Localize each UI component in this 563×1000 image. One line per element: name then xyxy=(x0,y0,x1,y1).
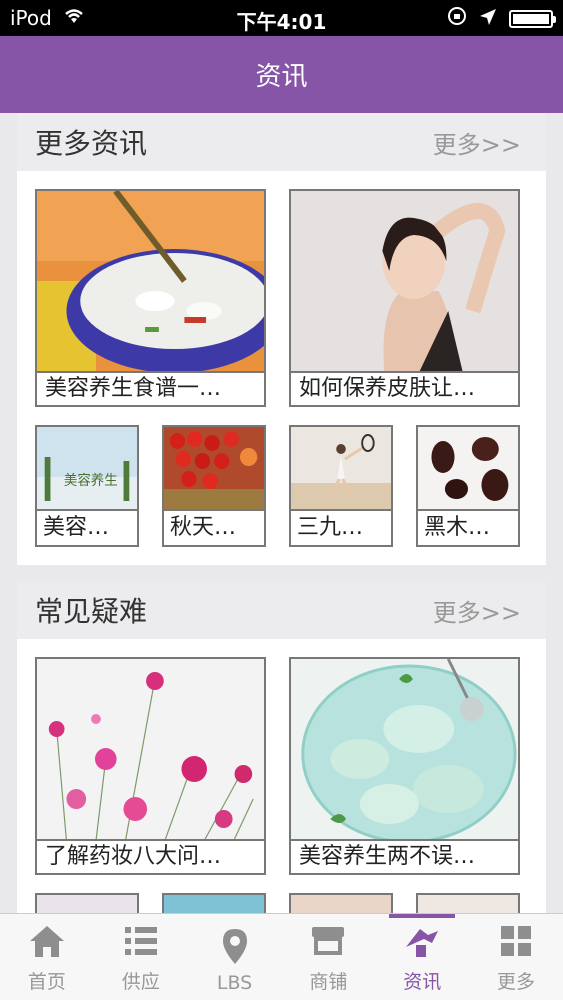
small-card-row: 美容养生 美容… 秋天… 三九… 黑木… xyxy=(17,425,546,565)
location-arrow-icon xyxy=(479,7,497,31)
status-bar: iPod 下午4:01 xyxy=(0,0,563,36)
woman-portrait-image xyxy=(291,191,518,373)
battery-icon xyxy=(509,9,556,28)
card-caption: 美容养生食谱一… xyxy=(37,371,264,405)
news-card[interactable] xyxy=(162,893,266,913)
news-card[interactable]: 三九… xyxy=(289,425,393,547)
news-card[interactable] xyxy=(35,893,139,913)
news-card[interactable]: 美容养生食谱一… xyxy=(35,189,266,407)
grid-icon xyxy=(501,926,532,956)
tennis-player-image xyxy=(291,427,391,511)
tab-label: 资讯 xyxy=(403,971,442,993)
card-caption: 三九… xyxy=(291,509,391,545)
poster-text: 美容养生 xyxy=(64,472,118,489)
bottom-tab-bar: 首页 供应 LBS 商铺 资讯 更多 xyxy=(0,913,563,1000)
food-bowl-image xyxy=(37,191,264,373)
red-berries-image xyxy=(164,427,264,511)
news-card[interactable] xyxy=(289,893,393,913)
section-header-common-issues: 常见疑难 更多>> xyxy=(17,581,546,639)
big-card-row: 了解药妆八大问… 美容养生两不误… xyxy=(17,639,546,893)
card-caption: 美容养生两不误… xyxy=(291,839,518,873)
more-link[interactable]: 更多>> xyxy=(433,593,521,628)
news-card[interactable]: 如何保养皮肤让… xyxy=(289,189,520,407)
card-caption: 美容… xyxy=(37,509,137,545)
news-card[interactable]: 美容养生 美容… xyxy=(35,425,139,547)
macaron-glass-image xyxy=(291,659,518,841)
news-card[interactable]: 秋天… xyxy=(162,425,266,547)
card-caption: 了解药妆八大问… xyxy=(37,839,264,873)
news-card[interactable] xyxy=(416,893,520,913)
news-icon xyxy=(406,929,439,957)
content-area[interactable]: 更多资讯 更多>> 美容养生食谱一… 如何保养皮肤让… 美容养生 美容… 秋天…… xyxy=(17,113,546,913)
tab-news[interactable]: 资讯 xyxy=(375,914,469,1000)
shop-icon xyxy=(312,927,345,955)
tab-shop[interactable]: 商铺 xyxy=(281,914,375,1000)
section-title: 常见疑难 xyxy=(35,595,148,628)
tab-supply[interactable]: 供应 xyxy=(94,914,188,1000)
tab-home[interactable]: 首页 xyxy=(0,914,94,1000)
location-pin-icon xyxy=(222,929,247,964)
tab-more[interactable]: 更多 xyxy=(469,914,563,1000)
news-card[interactable]: 美容养生两不误… xyxy=(289,657,520,875)
more-link[interactable]: 更多>> xyxy=(433,125,521,160)
home-icon xyxy=(29,926,64,957)
card-caption: 如何保养皮肤让… xyxy=(291,371,518,405)
tab-lbs[interactable]: LBS xyxy=(188,914,282,1000)
page-title: 资讯 xyxy=(255,62,308,92)
news-card[interactable]: 黑木… xyxy=(416,425,520,547)
news-card[interactable]: 了解药妆八大问… xyxy=(35,657,266,875)
rotation-lock-icon xyxy=(447,6,467,31)
list-icon xyxy=(124,927,157,955)
card-caption: 秋天… xyxy=(164,509,264,545)
tab-label: 供应 xyxy=(121,971,160,993)
nav-bar: 资讯 xyxy=(0,36,563,113)
herbal-poster-image: 美容养生 xyxy=(37,427,137,511)
tab-label: 商铺 xyxy=(309,971,348,993)
section-header-more-news: 更多资讯 更多>> xyxy=(17,113,546,171)
tab-label: 首页 xyxy=(27,971,66,993)
tab-label: 更多 xyxy=(497,971,536,993)
black-fungus-image xyxy=(418,427,518,511)
tab-label: LBS xyxy=(216,972,253,994)
big-card-row: 美容养生食谱一… 如何保养皮肤让… xyxy=(17,171,546,425)
section-title: 更多资讯 xyxy=(35,127,148,160)
card-caption: 黑木… xyxy=(418,509,518,545)
small-card-row-partial xyxy=(17,893,546,913)
pink-flowers-image xyxy=(37,659,264,841)
